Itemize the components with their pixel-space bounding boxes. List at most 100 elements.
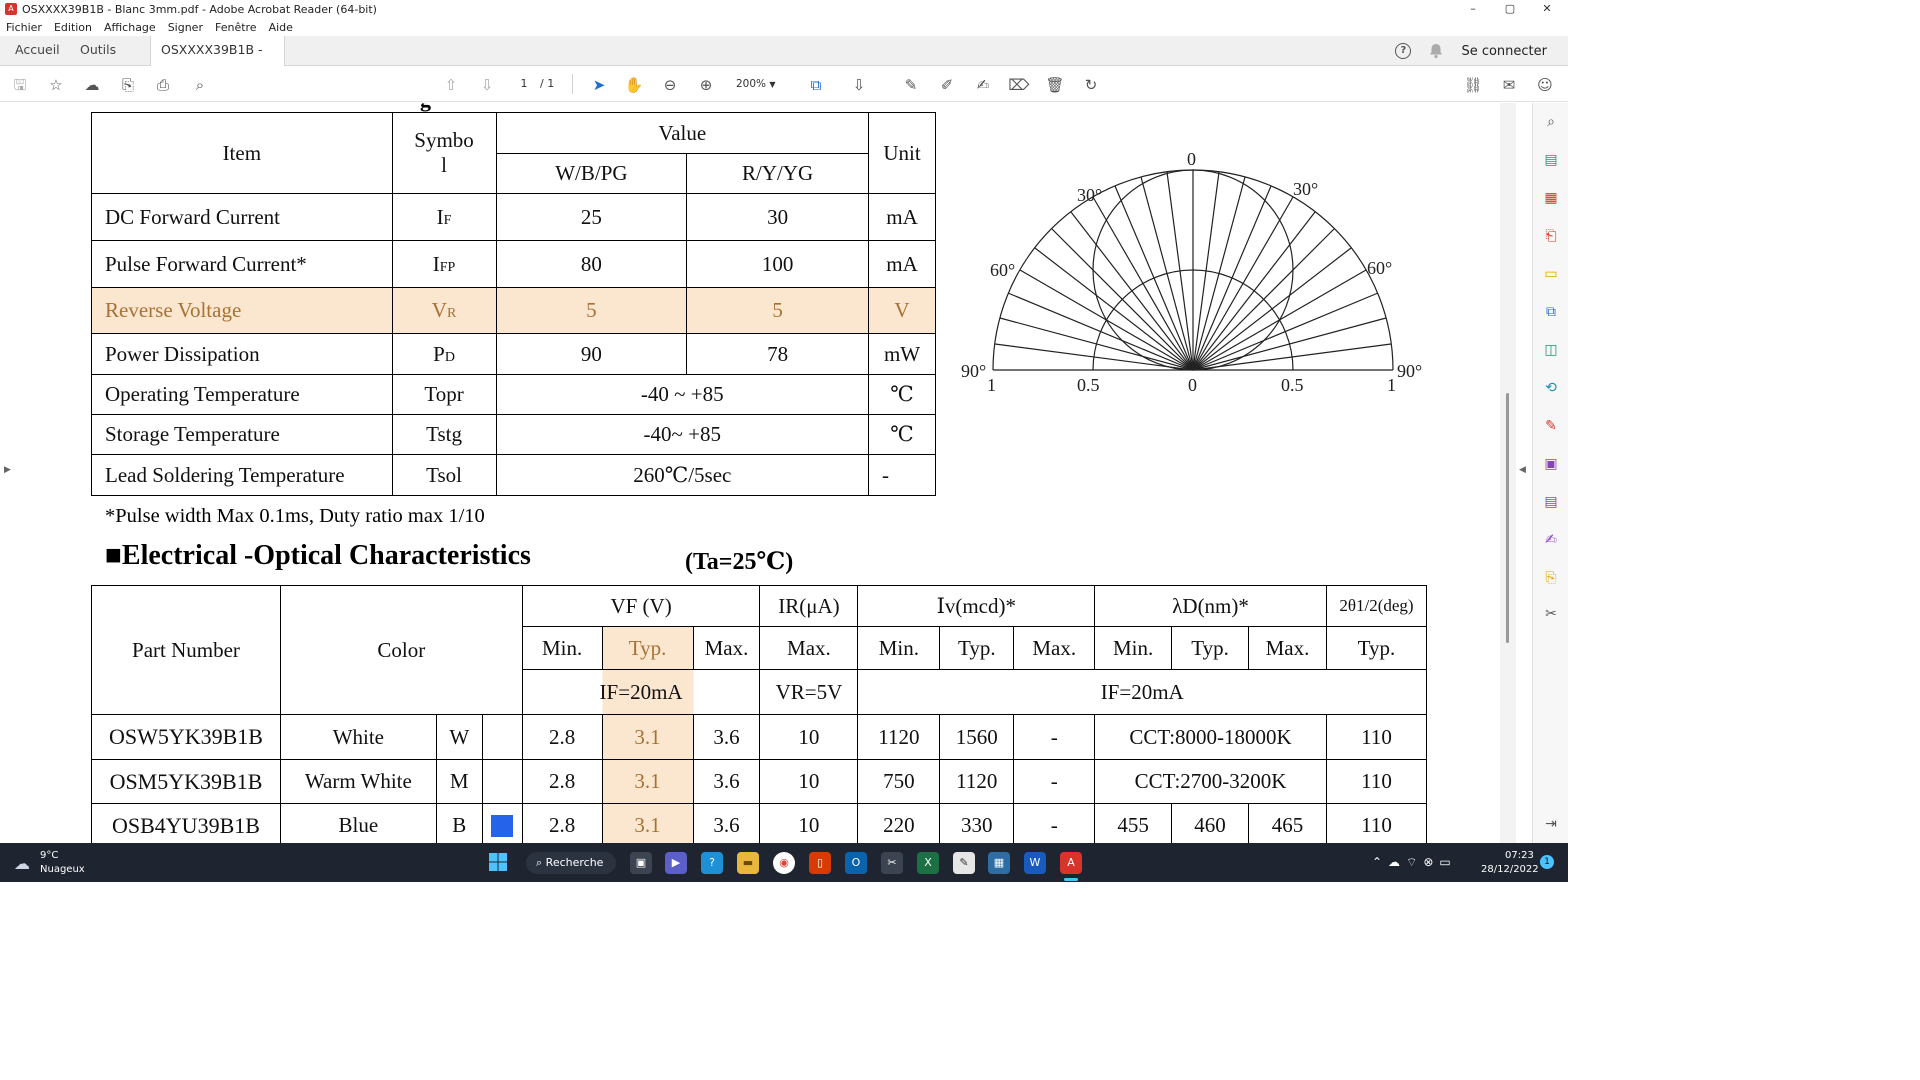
vf-typ: 3.1 <box>601 803 694 843</box>
export-pdf-icon[interactable]: ⎗ <box>1542 227 1560 245</box>
notification-badge[interactable]: 1 <box>1540 855 1554 869</box>
control-panel-icon[interactable]: ▦ <box>988 852 1010 874</box>
share-file-icon[interactable]: ⎘ <box>117 74 139 96</box>
excel-icon[interactable]: X <box>917 852 939 874</box>
organize-pages-icon[interactable]: ▦ <box>1542 189 1560 207</box>
polar-label-90-left: 90° <box>961 361 986 381</box>
weather-desc: Nuageux <box>40 864 85 875</box>
row-unit: mA <box>868 193 936 241</box>
save-icon[interactable]: 🖫 <box>9 74 31 96</box>
page-number-input[interactable]: 1 <box>512 75 536 93</box>
zoom-search-icon[interactable]: ⌕ <box>1542 113 1560 131</box>
delete-icon[interactable]: 🗑 <box>1044 74 1066 96</box>
link-icon[interactable]: ⛓ <box>1462 74 1484 96</box>
header-min: Min. <box>1094 626 1173 670</box>
select-cursor-icon[interactable]: ➤ <box>588 74 610 96</box>
sign-icon[interactable]: ✍ <box>972 74 994 96</box>
chevron-down-icon: ▼ <box>769 80 776 89</box>
comment-tool-icon[interactable]: ▭ <box>1542 265 1560 283</box>
more-tools-icon[interactable]: ✂ <box>1542 605 1560 623</box>
pulse-footnote: *Pulse width Max 0.1ms, Duty ratio max 1… <box>105 505 485 527</box>
snipping-icon[interactable]: ✂ <box>881 852 903 874</box>
menu-aide[interactable]: Aide <box>269 21 293 34</box>
word-icon[interactable]: W <box>1024 852 1046 874</box>
angle-typ: 110 <box>1325 714 1428 760</box>
menu-fichier[interactable]: Fichier <box>6 21 42 34</box>
mail-icon[interactable]: ✉ <box>1498 74 1520 96</box>
hand-tool-icon[interactable]: ✋ <box>623 74 645 96</box>
row-symbol: Topr <box>391 374 497 415</box>
weather-icon[interactable]: ☁ <box>14 854 30 873</box>
bell-icon[interactable] <box>1429 43 1443 59</box>
menu-fenetre[interactable]: Fenêtre <box>215 21 257 34</box>
teams-icon[interactable]: ▶ <box>665 852 687 874</box>
edit-pdf-icon[interactable]: ▤ <box>1542 493 1560 511</box>
left-panel-toggle-icon[interactable]: ▶ <box>4 465 11 475</box>
acrobat-app-icon: A <box>5 3 17 15</box>
edit-tag-icon[interactable]: ⌦ <box>1008 74 1030 96</box>
header-angle: 2θ1/2(deg) <box>1325 585 1428 627</box>
menu-edition[interactable]: Edition <box>54 21 92 34</box>
compress-icon[interactable]: ◫ <box>1542 341 1560 359</box>
menu-signer[interactable]: Signer <box>168 21 203 34</box>
send-review-icon[interactable]: ⎘ <box>1542 569 1560 587</box>
header-symbol: Symbo l <box>391 112 497 194</box>
next-page-icon[interactable]: ⇩ <box>476 74 498 96</box>
protect-icon[interactable]: ▣ <box>1542 455 1560 473</box>
bookmark-star-icon[interactable]: ☆ <box>45 74 67 96</box>
task-view-icon[interactable]: ▣ <box>630 852 652 874</box>
office-icon[interactable]: ▯ <box>809 852 831 874</box>
notepad-icon[interactable]: ✎ <box>953 852 975 874</box>
request-sign-icon[interactable]: ✍ <box>1542 531 1560 549</box>
upload-cloud-icon[interactable]: ☁ <box>81 74 103 96</box>
ir-max: 10 <box>759 714 859 760</box>
help-app-icon[interactable]: ? <box>701 852 723 874</box>
outlook-icon[interactable]: O <box>845 852 867 874</box>
fill-sign-icon[interactable]: ✎ <box>1542 417 1560 435</box>
zoom-out-icon[interactable]: ⊖ <box>659 74 681 96</box>
collapse-panel-icon[interactable]: ◀ <box>1519 465 1526 475</box>
color-name: Blue <box>279 803 437 843</box>
create-pdf-icon[interactable]: ▤ <box>1542 151 1560 169</box>
fit-page-icon[interactable]: ⧉ <box>805 74 827 96</box>
help-icon[interactable]: ? <box>1395 43 1412 59</box>
scroll-mode-icon[interactable]: ⇩ <box>848 74 870 96</box>
minimize-button[interactable]: – <box>1455 0 1491 18</box>
menu-affichage[interactable]: Affichage <box>104 21 156 34</box>
color-swatch <box>481 759 523 804</box>
combine-icon[interactable]: ⧉ <box>1542 303 1560 321</box>
iv-min: 220 <box>857 803 941 843</box>
active-app-indicator <box>1064 878 1078 881</box>
start-icon[interactable] <box>487 852 509 874</box>
tab-document[interactable]: OSXXXX39B1B - Bl...✕ <box>150 36 285 85</box>
print-icon[interactable]: ⎙ <box>152 74 174 96</box>
scan-icon[interactable]: ⟲ <box>1542 379 1560 397</box>
acrobat-taskbar-icon[interactable]: A <box>1060 852 1082 874</box>
prev-page-icon[interactable]: ⇧ <box>440 74 462 96</box>
sign-in-button[interactable]: Se connecter <box>1461 44 1547 59</box>
find-icon[interactable]: ⌕ <box>189 74 211 96</box>
weather-temp: 9°C <box>40 850 59 861</box>
chrome-icon[interactable]: ◉ <box>773 852 795 874</box>
zoom-level-select[interactable]: 200% ▼ <box>736 75 792 93</box>
comment-icon[interactable]: ✎ <box>900 74 922 96</box>
tab-accueil[interactable]: Accueil <box>15 36 60 66</box>
zoom-in-icon[interactable]: ⊕ <box>695 74 717 96</box>
vertical-scrollbar[interactable] <box>1500 103 1516 843</box>
color-swatch <box>481 803 523 843</box>
account-icon[interactable]: ☺ <box>1534 74 1556 96</box>
document-view[interactable]: g Item Symbol Value Unit W/B/PG R/Y/YG D… <box>0 103 1500 843</box>
tab-outils[interactable]: Outils <box>80 36 116 66</box>
section-condition: (Ta=25℃) <box>685 549 794 575</box>
system-tray-icons[interactable]: ⌃☁⌔⊗▭ <box>1372 855 1457 870</box>
taskbar-search[interactable]: ⌕ Recherche <box>526 852 616 874</box>
close-window-button[interactable]: ✕ <box>1529 0 1565 18</box>
file-explorer-icon[interactable]: ▬ <box>737 852 759 874</box>
polar-ray <box>1070 211 1194 371</box>
expand-panel-icon[interactable]: ⇥ <box>1542 815 1560 833</box>
rotate-icon[interactable]: ↻ <box>1080 74 1102 96</box>
highlight-pen-icon[interactable]: ✐ <box>936 74 958 96</box>
maximize-button[interactable]: ▢ <box>1492 0 1528 18</box>
scrollbar-thumb[interactable] <box>1506 393 1509 643</box>
table-row: Lead Soldering Temperature Tsol 260℃/5se… <box>91 454 936 496</box>
